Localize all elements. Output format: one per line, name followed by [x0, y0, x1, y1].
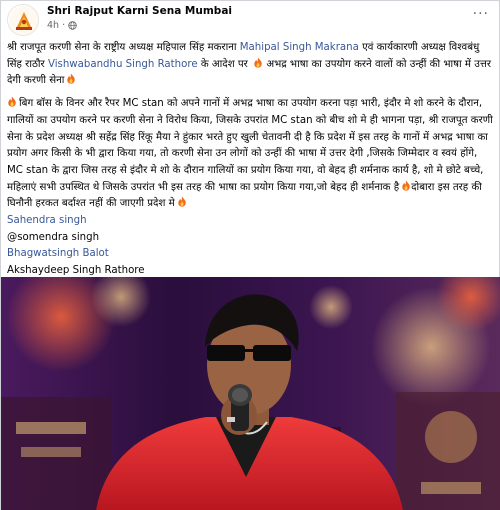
page-name-link[interactable]: Shri Rajput Karni Sena Mumbai [47, 5, 232, 17]
tag-bhagwatsingh-balot[interactable]: Bhagwatsingh Balot [7, 246, 495, 263]
page-avatar[interactable] [7, 4, 39, 36]
post-header: Shri Rajput Karni Sena Mumbai 4h · ··· [1, 1, 499, 37]
post-time[interactable]: 4h [47, 20, 59, 31]
tag-sahendra-singh[interactable]: Sahendra singh [7, 213, 495, 230]
facebook-post: Shri Rajput Karni Sena Mumbai 4h · ··· श… [0, 0, 500, 510]
post-paragraph-2: बिग बॉस के विनर और रैपर MC stan को अपने … [7, 96, 493, 210]
fire-emoji-icon [254, 57, 262, 68]
fire-emoji-icon [8, 96, 16, 107]
fire-emoji-icon [67, 73, 76, 85]
post-meta: 4h · [47, 20, 77, 31]
post-text: श्री राजपूत करणी सेना के राष्ट्रीय अध्यक… [7, 40, 495, 280]
mention-vishwabandhu-singh-rathore[interactable]: Vishwabandhu Singh Rathore [48, 59, 198, 70]
post-paragraph-1: श्री राजपूत करणी सेना के राष्ट्रीय अध्यक… [7, 42, 492, 87]
karni-sena-logo-icon [9, 6, 38, 35]
rapper-performing-image [1, 277, 500, 510]
globe-icon [68, 21, 77, 30]
tag-list: Sahendra singh @somendra singh Bhagwatsi… [7, 213, 495, 280]
fire-emoji-icon [402, 180, 410, 191]
mention-mahipal-singh-makrana[interactable]: Mahipal Singh Makrana [240, 42, 359, 53]
post-photo[interactable] [1, 277, 500, 510]
more-options-icon[interactable]: ··· [473, 7, 489, 21]
fire-emoji-icon [178, 196, 186, 207]
tag-somendra-singh[interactable]: @somendra singh [7, 230, 495, 247]
